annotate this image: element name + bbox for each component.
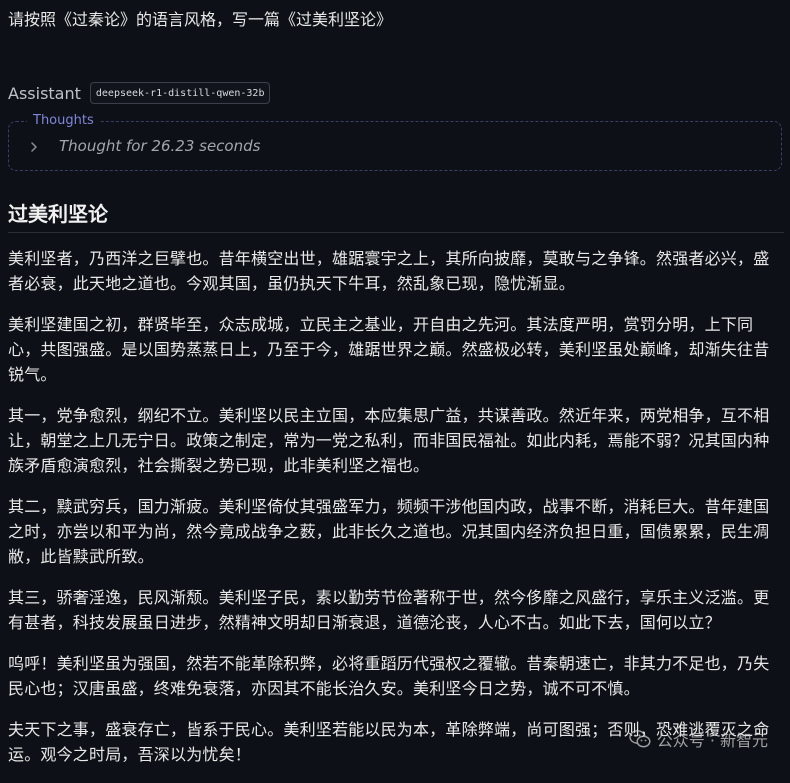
paragraph: 其三，骄奢淫逸，民风渐颓。美利坚子民，素以勤劳节俭著称于世，然今侈靡之风盛行，享… (8, 588, 770, 632)
user-message: 请按照《过秦论》的语言风格，写一篇《过美利坚论》 (8, 10, 393, 29)
paragraph: 呜呼！美利坚虽为强国，然若不能革除积弊，必将重蹈历代强权之覆辙。昔秦朝速亡，非其… (8, 654, 770, 698)
watermark-text: 公众号 · 新智元 (656, 731, 768, 750)
assistant-header: Assistant deepseek-r1-distill-qwen-32b (8, 81, 271, 105)
article-title: 过美利坚论 (8, 202, 108, 226)
thoughts-toggle[interactable]: Thought for 26.23 seconds (29, 137, 260, 155)
paragraph: 美利坚建国之初，群贤毕至，众志成城，立民主之基业，开自由之先河。其法度严明，赏罚… (8, 315, 770, 384)
thought-duration: Thought for 26.23 seconds (59, 137, 261, 155)
paragraph: 其二，黩武穷兵，国力渐疲。美利坚倚仗其强盛军力，频频干涉他国内政，战事不断，消耗… (8, 497, 770, 566)
watermark: 公众号 · 新智元 (629, 727, 768, 751)
paragraph: 美利坚者，乃西洋之巨擘也。昔年横空出世，雄踞寰宇之上，其所向披靡，莫敢与之争锋。… (8, 249, 770, 293)
chevron-right-icon (29, 139, 39, 153)
paragraph: 其一，党争愈烈，纲纪不立。美利坚以民主立国，本应集思广益，共谋善政。然近年来，两… (8, 406, 770, 475)
article-body: 美利坚者，乃西洋之巨擘也。昔年横空出世，雄踞寰宇之上，其所向披靡，莫敢与之争锋。… (8, 246, 784, 783)
thoughts-legend: Thoughts (27, 113, 100, 128)
title-divider (8, 232, 784, 233)
wechat-icon (629, 729, 651, 749)
assistant-label: Assistant (8, 83, 81, 103)
thoughts-panel: Thoughts Thought for 26.23 seconds (8, 113, 782, 171)
model-badge: deepseek-r1-distill-qwen-32b (89, 82, 271, 104)
